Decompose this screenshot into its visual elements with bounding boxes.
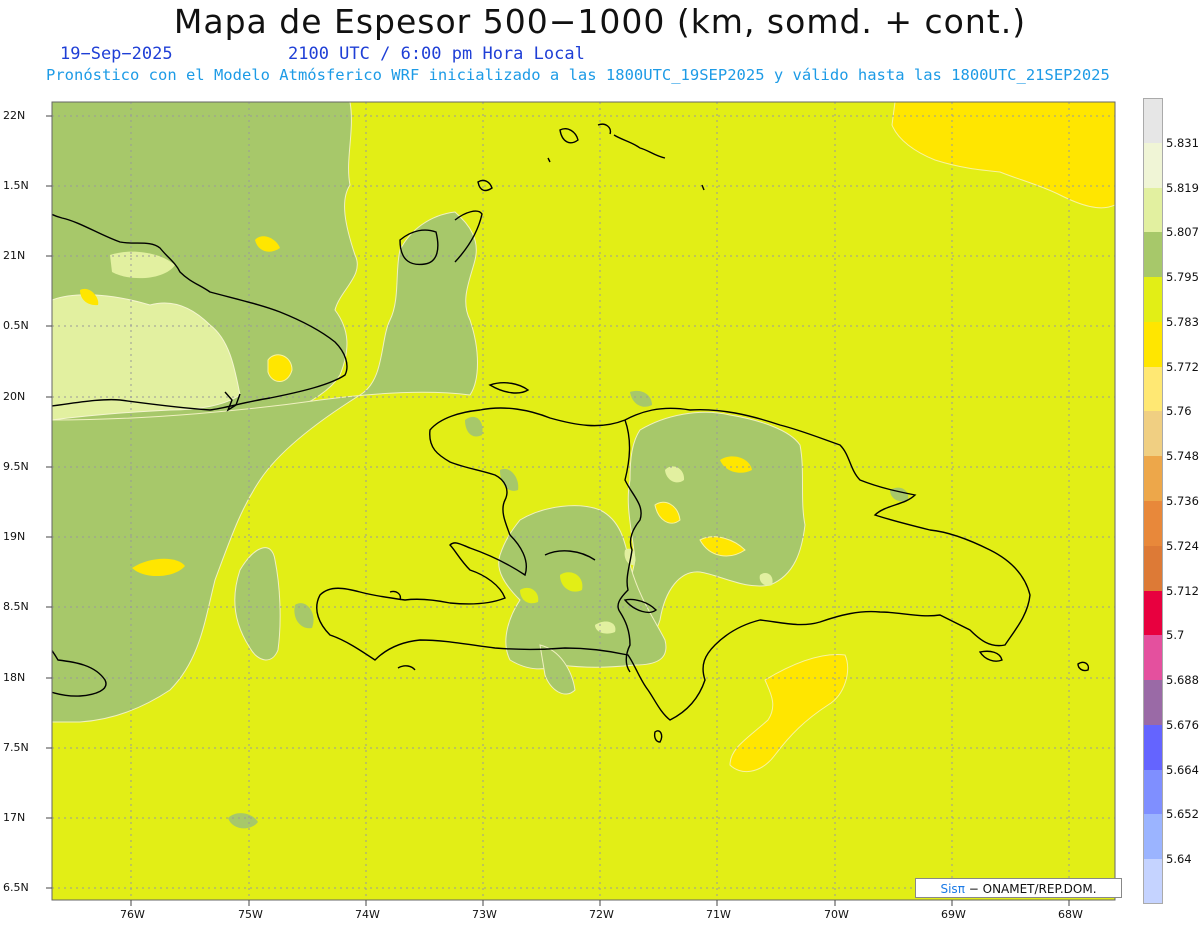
- lat-label: 7.5N: [3, 741, 29, 754]
- colorbar-label: 5.807: [1166, 225, 1199, 240]
- colorbar-label: 5.795: [1166, 270, 1199, 285]
- yellow-patch-cuba: [267, 354, 293, 382]
- lat-label: 1.5N: [3, 179, 29, 192]
- colorbar-label: 5.831: [1166, 135, 1199, 150]
- colorbar-frame: [1143, 98, 1163, 904]
- colorbar-label: 5.64: [1166, 852, 1192, 867]
- colorbar-label: 5.772: [1166, 359, 1199, 374]
- lon-label: 69W: [941, 908, 966, 921]
- lat-label: 22N: [3, 109, 26, 122]
- thickness-map: [46, 101, 1116, 906]
- colorbar-label: 5.712: [1166, 583, 1199, 598]
- lat-label: 8.5N: [3, 600, 29, 613]
- lat-label: 21N: [3, 249, 26, 262]
- lat-label: 19N: [3, 530, 26, 543]
- lon-label: 76W: [120, 908, 145, 921]
- lon-label: 70W: [824, 908, 849, 921]
- lon-label: 71W: [706, 908, 731, 921]
- lat-label: 9.5N: [3, 460, 29, 473]
- lon-label: 74W: [355, 908, 380, 921]
- colorbar-label: 5.819: [1166, 180, 1199, 195]
- colorbar-label: 5.688: [1166, 673, 1199, 688]
- colorbar-label: 5.676: [1166, 717, 1199, 732]
- lon-label: 75W: [238, 908, 263, 921]
- colorbar-label: 5.724: [1166, 538, 1199, 553]
- lat-label: 6.5N: [3, 881, 29, 894]
- lat-label: 20N: [3, 390, 26, 403]
- lat-label: 17N: [3, 811, 26, 824]
- lat-label: 18N: [3, 671, 26, 684]
- colorbar-label: 5.76: [1166, 404, 1192, 419]
- colorbar-label: 5.7: [1166, 628, 1185, 643]
- lon-label: 73W: [472, 908, 497, 921]
- credit-text: − ONAMET/REP.DOM.: [968, 882, 1097, 896]
- colorbar-label: 5.783: [1166, 314, 1199, 329]
- lon-label: 68W: [1058, 908, 1083, 921]
- credit-box: Sisπ − ONAMET/REP.DOM.: [915, 878, 1122, 898]
- lon-label: 72W: [589, 908, 614, 921]
- credit-brand: Sisπ: [940, 882, 965, 896]
- colorbar-label: 5.736: [1166, 494, 1199, 508]
- colorbar-label: 5.664: [1166, 762, 1199, 777]
- colorbar-label: 5.748: [1166, 449, 1199, 464]
- colorbar-label: 5.652: [1166, 807, 1199, 822]
- lat-label: 0.5N: [3, 319, 29, 332]
